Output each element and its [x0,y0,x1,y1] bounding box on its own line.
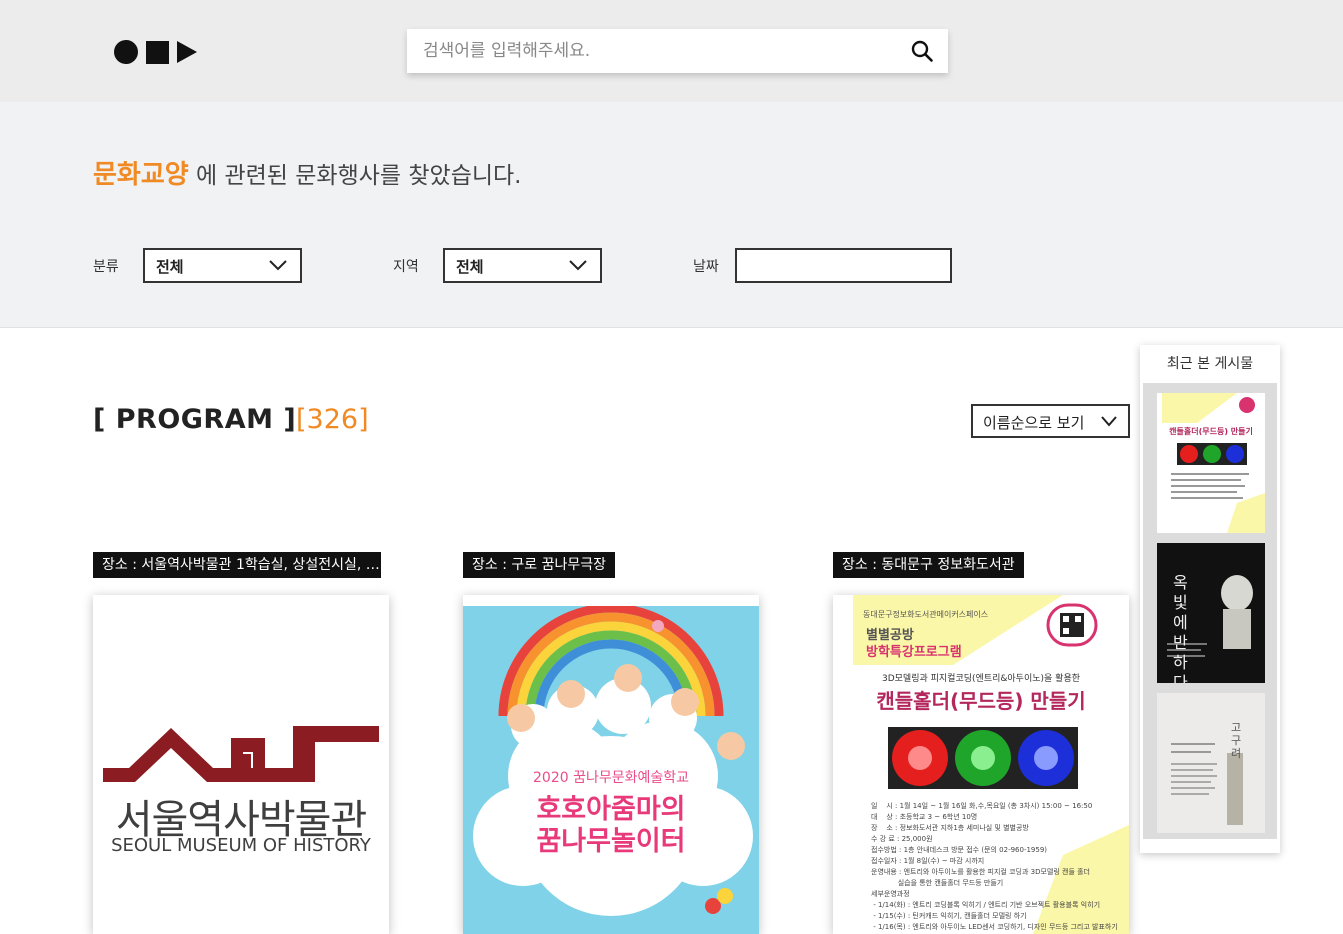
result-text: 에 관련된 문화행사를 찾았습니다. [188,163,522,189]
museum-logo-icon [103,726,379,782]
site-header [0,0,1343,102]
search-input[interactable] [407,29,897,73]
program-card-kids[interactable]: 2020 꿈나무문화예술학교 호호아줌마의 꿈나무놀이터 [463,595,759,934]
program-card-museum[interactable]: 서울역사박물관 SEOUL MUSEUM OF HISTORY [93,595,389,934]
card-place-label: 장소 : 서울역사박물관 1학습실, 상설전시실, … [93,552,381,578]
recent-post-thumbnail-icon [1157,693,1265,833]
region-label: 지역 [393,259,419,275]
program-title: [ PROGRAM ] [93,404,297,435]
search-bar [407,29,948,73]
logo-square-icon [146,40,169,64]
poster-subtitle: SEOUL MUSEUM OF HISTORY [111,835,371,856]
recent-posts-panel: 최근 본 게시물 캔들홀더(무드등) 만들기 옥빛에 반하다 고구려 [1140,345,1280,853]
recent-post-title: 옥빛에 반하다 [1173,573,1188,683]
logo-play-icon [177,41,197,63]
result-message: 문화교양 에 관련된 문화행사를 찾았습니다. [93,154,521,191]
sort-select-label: 이름순으로 보기 [983,414,1085,432]
recent-post-title: 캔들홀더(무드등) 만들기 [1169,427,1253,436]
category-select-value: 전체 [156,258,184,276]
recent-post-title: 고구려 [1231,721,1242,760]
program-card-candle[interactable]: 동대문구정보화도서관메이커스페이스 별별공방 방학특강프로그램 3D모델링과 피… [833,595,1129,934]
recent-post-item[interactable]: 옥빛에 반하다 [1157,543,1265,683]
region-select-value: 전체 [456,258,484,276]
sort-select[interactable]: 이름순으로 보기 [971,404,1130,438]
poster-title-line2: 꿈나무놀이터 [536,826,686,857]
card-place-label: 장소 : 구로 꿈나무극장 [463,552,615,578]
poster-organizer: 동대문구정보화도서관메이커스페이스 [863,610,989,619]
search-icon[interactable] [910,39,934,63]
recent-posts-title: 최근 본 게시물 [1166,356,1254,372]
logo-circle-icon [114,40,138,64]
poster-info: 일 시 : 1월 14일 ~ 1월 16일 화,수,목요일 (총 3차시) 15… [871,802,1118,931]
filter-section: 문화교양 에 관련된 문화행사를 찾았습니다. 분류 전체 지역 전체 날짜 [0,102,1343,328]
poster-subtitle: 2020 꿈나무문화예술학교 [533,770,689,786]
recent-posts-list: 캔들홀더(무드등) 만들기 옥빛에 반하다 고구려 [1143,383,1277,839]
site-logo[interactable] [114,40,197,64]
chevron-down-icon [269,260,287,271]
recent-post-item[interactable]: 캔들홀더(무드등) 만들기 [1157,393,1265,533]
poster-title3: 3D모델링과 피지컬코딩(엔트리&아두이노)을 활용한 [881,674,1081,684]
region-select[interactable]: 전체 [443,248,602,283]
result-keyword: 문화교양 [93,160,189,190]
poster-title4: 캔들홀더(무드등) 만들기 [876,689,1086,713]
category-select[interactable]: 전체 [143,248,302,283]
date-label: 날짜 [693,259,719,275]
recent-post-thumbnail-icon [1157,393,1265,533]
poster-title2: 방학특강프로그램 [866,645,962,660]
category-label: 분류 [93,259,119,275]
card-place-label: 장소 : 동대문구 정보화도서관 [833,552,1024,578]
date-input[interactable] [735,248,952,283]
recent-post-item[interactable]: 고구려 [1157,693,1265,833]
program-count: [326] [296,404,369,435]
chevron-down-icon [569,260,587,271]
chevron-down-icon [1101,416,1117,427]
